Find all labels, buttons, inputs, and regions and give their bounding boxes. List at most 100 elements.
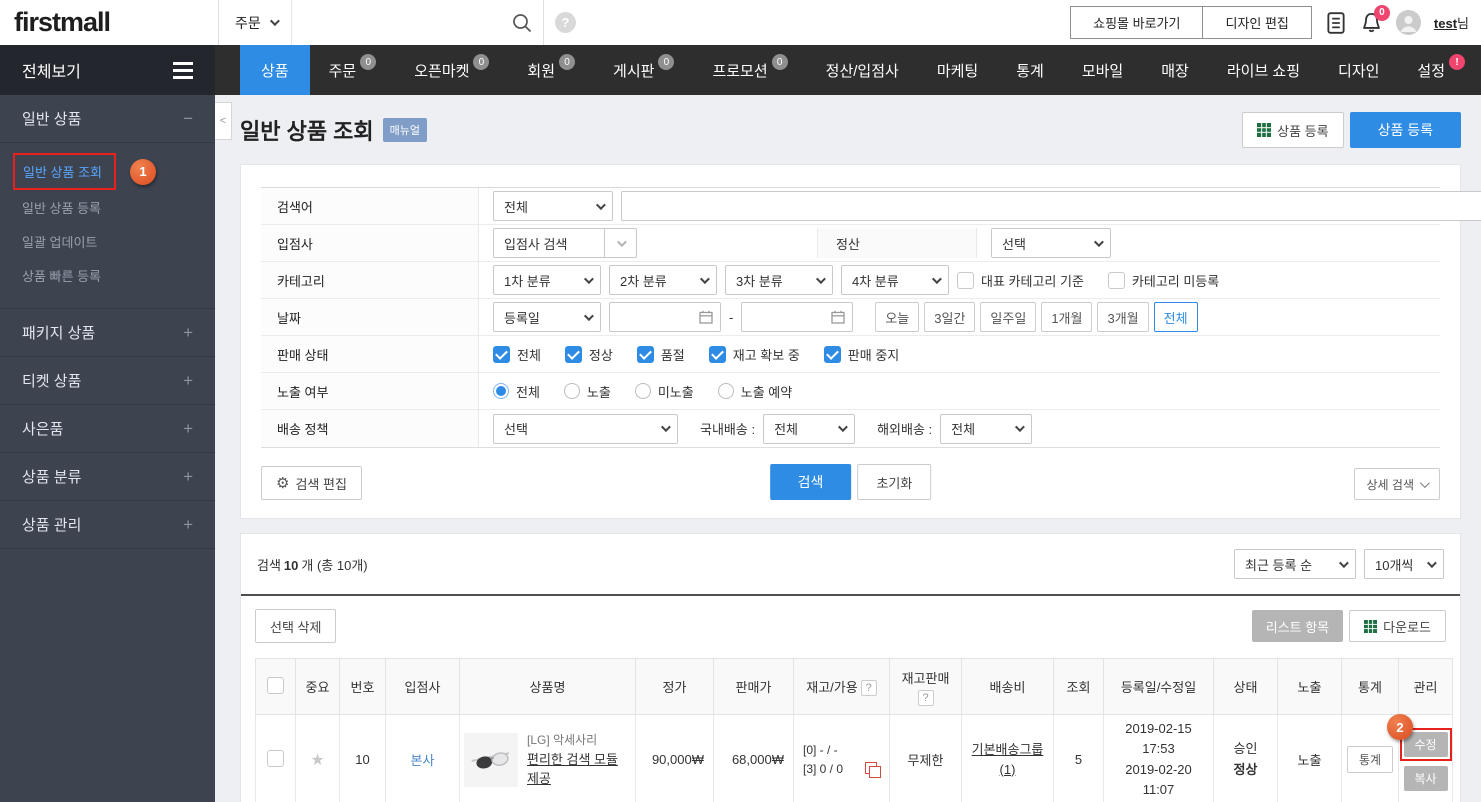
copy-button[interactable]: 복사: [1403, 766, 1448, 791]
visibility-all-radio[interactable]: 전체: [493, 382, 540, 401]
keyword-input[interactable]: [621, 191, 1481, 221]
search-input[interactable]: [291, 0, 511, 45]
nav-tab-store[interactable]: 매장: [1142, 45, 1208, 95]
sidebar-section-package-product[interactable]: 패키지 상품 +: [0, 309, 215, 357]
hamburger-icon[interactable]: [173, 61, 193, 79]
memo-icon[interactable]: [1325, 11, 1347, 35]
visibility-hidden-radio[interactable]: 미노출: [634, 382, 694, 401]
cell-dates: 2019-02-15 17:53 2019-02-20 11:07: [1103, 714, 1214, 802]
product-name-link[interactable]: 편리한 검색 모듈 제공: [527, 751, 631, 789]
per-page-select[interactable]: 10개씩: [1364, 549, 1444, 579]
row-checkbox[interactable]: [267, 749, 284, 767]
chevron-down-icon: [699, 273, 710, 284]
shipping-group-link[interactable]: 기본배송그룹 (1): [966, 740, 1049, 779]
vendor-link[interactable]: 본사: [411, 753, 435, 768]
logo[interactable]: firstmall: [14, 7, 111, 38]
sidebar-section-ticket-product[interactable]: 티켓 상품 +: [0, 357, 215, 405]
checkbox-label: 정상: [588, 347, 613, 363]
shipping-policy-select[interactable]: 선택: [493, 413, 678, 444]
sidebar-item-bulk-update[interactable]: 일괄 업데이트: [0, 224, 215, 258]
nav-tab-settlement[interactable]: 정산/입점사: [807, 45, 918, 95]
nav-tab-order[interactable]: 주문 0: [310, 45, 396, 95]
overseas-shipping-select[interactable]: 전체: [940, 413, 1033, 444]
help-icon[interactable]: ?: [917, 689, 934, 706]
quick-week-button[interactable]: 일주일: [980, 302, 1037, 332]
reset-button[interactable]: 초기화: [857, 464, 932, 500]
sidebar-header-label: 전체보기: [22, 64, 81, 81]
sidebar-item-product-search[interactable]: 일반 상품 조회 1: [0, 153, 215, 190]
collapse-minus-icon: −: [183, 108, 193, 128]
vendor-search-combo[interactable]: 입점사 검색: [493, 228, 637, 258]
nav-tab-openmarket[interactable]: 오픈마켓 0: [395, 45, 508, 95]
edit-button[interactable]: 수정: [1403, 732, 1448, 757]
notifications-button[interactable]: 0: [1360, 4, 1390, 35]
nav-tab-board[interactable]: 게시판 0: [594, 45, 693, 95]
quick-3days-button[interactable]: 3일간: [924, 302, 976, 332]
date-to-input[interactable]: [741, 302, 854, 332]
category-level2-select[interactable]: 2차 분류: [609, 265, 717, 295]
sale-status-restocking-checkbox[interactable]: 재고 확보 중: [708, 345, 800, 364]
download-button[interactable]: 다운로드: [1349, 610, 1446, 642]
sidebar-section-product-manage[interactable]: 상품 관리 +: [0, 501, 215, 549]
select-all-checkbox[interactable]: [267, 676, 284, 694]
nav-tab-live-shopping[interactable]: 라이브 쇼핑: [1208, 45, 1319, 95]
quick-today-button[interactable]: 오늘: [875, 302, 920, 332]
product-register-button[interactable]: 상품 등록: [1349, 112, 1461, 148]
nav-tab-marketing[interactable]: 마케팅: [918, 45, 997, 95]
category-level1-select[interactable]: 1차 분류: [493, 265, 601, 295]
star-icon[interactable]: ★: [310, 752, 324, 769]
product-thumbnail[interactable]: [464, 732, 518, 787]
excel-register-button[interactable]: 상품 등록: [1242, 112, 1344, 148]
search-button[interactable]: [511, 0, 543, 45]
sidebar-item-quick-register[interactable]: 상품 빠른 등록: [0, 258, 215, 292]
sale-status-soldout-checkbox[interactable]: 품절: [636, 345, 685, 364]
date-type-select[interactable]: 등록일: [493, 302, 601, 332]
date-from-input[interactable]: [609, 302, 721, 332]
sale-status-normal-checkbox[interactable]: 정상: [564, 345, 613, 364]
sidebar-section-gift[interactable]: 사은품 +: [0, 405, 215, 453]
domestic-shipping-select[interactable]: 전체: [763, 413, 856, 444]
sidebar-collapse-button[interactable]: <: [215, 102, 232, 140]
stock-copy-icon[interactable]: [865, 762, 881, 778]
nav-tab-settings[interactable]: 설정!: [1398, 45, 1481, 95]
nav-tab-promotion[interactable]: 프로모션 0: [693, 45, 806, 95]
nav-tab-statistics[interactable]: 통계: [997, 45, 1063, 95]
quick-1month-button[interactable]: 1개월: [1041, 302, 1093, 332]
sort-select[interactable]: 최근 등록 순: [1234, 549, 1356, 579]
list-fields-button[interactable]: 리스트 항목: [1251, 610, 1344, 642]
category-level4-select[interactable]: 4차 분류: [841, 265, 949, 295]
advanced-search-button[interactable]: 상세 검색: [1353, 468, 1440, 500]
visibility-scheduled-radio[interactable]: 노출 예약: [717, 382, 792, 401]
sidebar-section-category[interactable]: 상품 분류 +: [0, 453, 215, 501]
manual-badge[interactable]: 매뉴얼: [382, 118, 428, 142]
username[interactable]: test님: [1434, 13, 1469, 32]
sidebar-section-general-product[interactable]: 일반 상품 −: [0, 95, 215, 143]
sidebar-item-product-register[interactable]: 일반 상품 등록: [0, 190, 215, 224]
help-icon[interactable]: ?: [860, 680, 877, 696]
help-icon[interactable]: ?: [555, 12, 576, 33]
quick-all-button[interactable]: 전체: [1153, 302, 1198, 332]
nav-tab-design[interactable]: 디자인: [1319, 45, 1398, 95]
category-level3-select[interactable]: 3차 분류: [725, 265, 833, 295]
keyword-scope-select[interactable]: 전체: [493, 191, 613, 221]
vendor-search-select[interactable]: 입점사 검색: [493, 228, 605, 258]
search-scope-select[interactable]: 주문: [219, 0, 292, 45]
edit-search-button[interactable]: ⚙ 검색 편집: [261, 466, 362, 500]
sale-status-all-checkbox[interactable]: 전체: [493, 345, 541, 364]
visibility-shown-radio[interactable]: 노출: [563, 382, 611, 401]
nav-tab-product[interactable]: 상품: [240, 45, 310, 95]
search-submit-button[interactable]: 검색: [769, 464, 852, 500]
quick-3months-button[interactable]: 3개월: [1097, 302, 1149, 332]
avatar[interactable]: [1395, 10, 1421, 35]
delete-selected-button[interactable]: 선택 삭제: [255, 609, 337, 643]
design-edit-button[interactable]: 디자인 편집: [1202, 7, 1311, 38]
settlement-select[interactable]: 선택: [991, 228, 1111, 258]
primary-category-checkbox[interactable]: 대표 카테고리 기준: [957, 271, 1084, 290]
nav-tab-member[interactable]: 회원 0: [508, 45, 594, 95]
stats-button[interactable]: 통계: [1347, 746, 1393, 773]
vendor-dropdown-button[interactable]: [605, 228, 637, 258]
shop-shortcut-button[interactable]: 쇼핑몰 바로가기: [1071, 7, 1203, 38]
unregistered-category-checkbox[interactable]: 카테고리 미등록: [1107, 271, 1219, 290]
nav-tab-mobile[interactable]: 모바일: [1063, 45, 1142, 95]
sale-status-stopped-checkbox[interactable]: 판매 중지: [823, 345, 899, 364]
